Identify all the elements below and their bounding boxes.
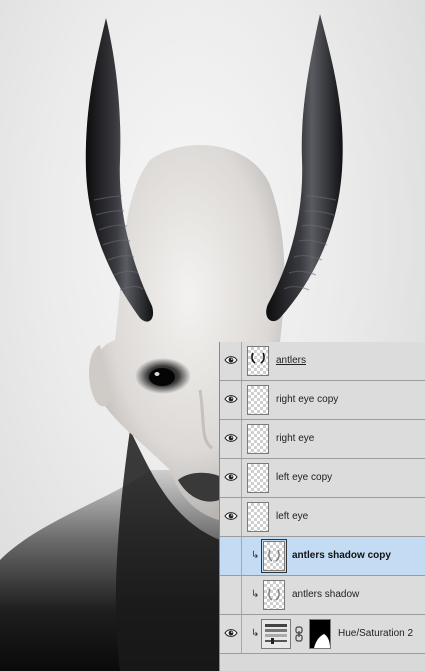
layer-row[interactable]: ↳ Hue/Saturation 2	[220, 615, 425, 654]
layer-name: antlers shadow copy	[292, 550, 391, 561]
layer-visibility-toggle[interactable]	[220, 381, 242, 419]
layer-row[interactable]: left eye	[220, 498, 425, 537]
layer-name: left eye	[276, 511, 309, 522]
layer-thumbnail[interactable]	[247, 463, 269, 493]
layer-thumbnail[interactable]	[247, 385, 269, 415]
layer-visibility-toggle[interactable]	[220, 420, 242, 458]
mask-link-chain-icon[interactable]	[295, 626, 305, 642]
eye-icon	[223, 430, 238, 448]
layer-thumbnail[interactable]	[247, 502, 269, 532]
layer-name: antlers shadow	[292, 589, 360, 600]
eye-icon	[223, 352, 238, 370]
layer-name: left eye copy	[276, 472, 333, 483]
layer-visibility-toggle[interactable]	[220, 537, 242, 575]
layer-name: Hue/Saturation 2	[338, 628, 414, 639]
eye-icon	[223, 391, 238, 409]
eye-highlight	[154, 372, 160, 376]
eye-icon	[223, 625, 238, 643]
layer-row[interactable]: ↳ antlers shadow	[220, 576, 425, 615]
adjustment-thumbnail[interactable]	[261, 619, 291, 649]
clipping-mask-arrow-icon: ↳	[251, 550, 260, 561]
layer-thumbnail[interactable]	[247, 424, 269, 454]
layer-row[interactable]: ↳ antlers shadow copy	[220, 537, 425, 576]
layer-visibility-toggle[interactable]	[220, 342, 242, 380]
layer-mask-thumbnail[interactable]	[309, 619, 331, 649]
layer-thumbnail[interactable]	[263, 580, 285, 610]
layer-name: right eye copy	[276, 394, 339, 405]
layer-visibility-toggle[interactable]	[220, 498, 242, 536]
layer-visibility-toggle[interactable]	[220, 615, 242, 653]
layer-visibility-toggle[interactable]	[220, 459, 242, 497]
layer-row[interactable]: antlers	[220, 342, 425, 381]
eye-icon	[223, 469, 238, 487]
layer-row[interactable]: left eye copy	[220, 459, 425, 498]
layer-name: antlers	[276, 355, 307, 366]
black-eye-shape	[149, 368, 175, 386]
layer-thumbnail[interactable]	[247, 346, 269, 376]
layer-visibility-toggle[interactable]	[220, 576, 242, 614]
clipping-mask-arrow-icon: ↳	[251, 628, 260, 639]
layer-thumbnail[interactable]	[261, 539, 287, 573]
layer-row[interactable]: right eye copy	[220, 381, 425, 420]
eye-icon	[223, 508, 238, 526]
layers-panel: antlers right eye copy right eye left eye c…	[219, 342, 425, 671]
layer-name: right eye	[276, 433, 315, 444]
layer-row[interactable]: right eye	[220, 420, 425, 459]
clipping-mask-arrow-icon: ↳	[251, 589, 260, 600]
